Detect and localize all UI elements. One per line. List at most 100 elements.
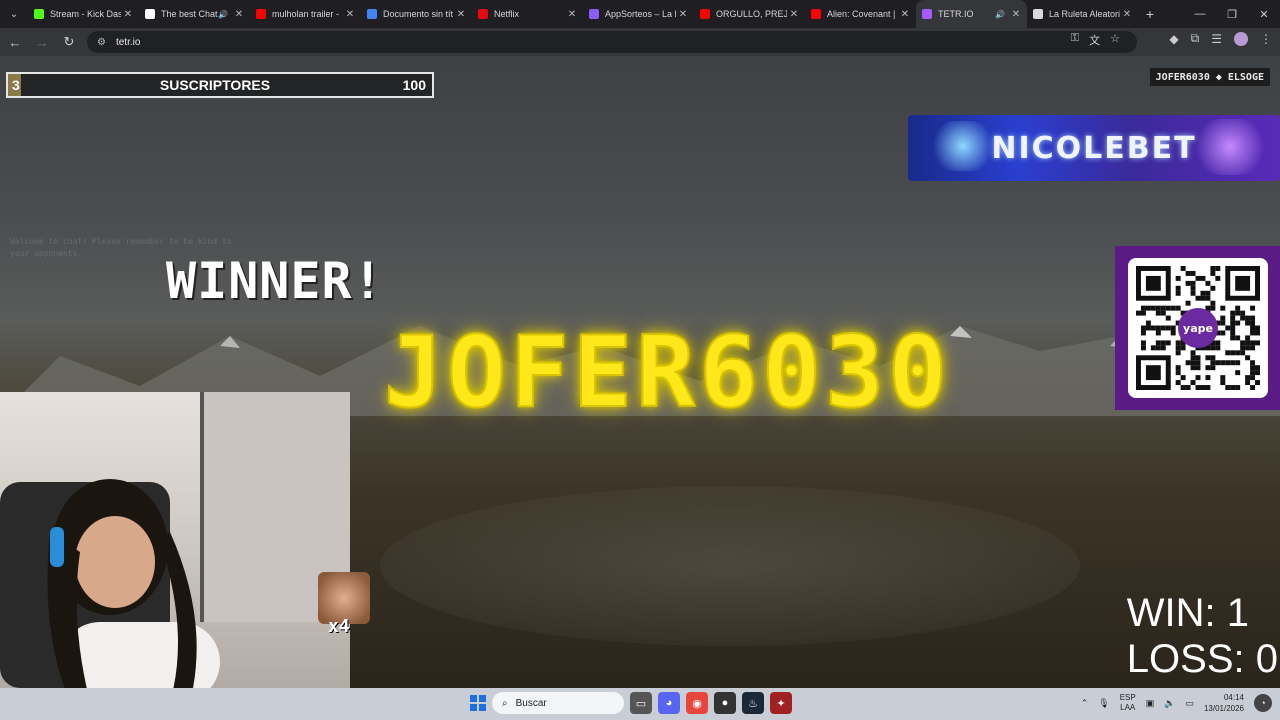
subscriber-goal: 100 [402,77,426,93]
match-players: JOFER6030 ◆ ELSOGE [1149,68,1270,86]
bookmark-star-icon[interactable]: ☆ [1110,32,1120,48]
language-indicator[interactable]: ESP LAA [1120,693,1136,713]
translate-icon[interactable]: 文 [1089,32,1100,48]
winner-name: JOFER6030 [383,315,952,431]
tab-close-icon[interactable]: ✕ [1120,9,1134,20]
window-controls: — ❐ ✕ [1184,0,1280,28]
system-tray: ⌃ 🎙 ESP LAA ▣ 🔈 ▭ 04:14 13/01/2026 ◔ [1081,692,1272,714]
taskbar-apps: ⌕ Buscar ▭ ◕ ◉ ● ♨ ✦ [470,692,792,714]
discord-app-icon[interactable]: ◕ [658,692,680,714]
battery-icon[interactable]: ▭ [1185,698,1194,709]
tab-close-icon[interactable]: ✕ [121,9,135,20]
tab-close-icon[interactable]: ✕ [454,9,468,20]
tabs-container: Stream - Kick Dash ✕ The best Chat 🔊 ✕ mulhol… [28,0,1138,28]
search-icon: ⌕ [502,697,508,709]
emote-multiplier: x4 [328,616,350,637]
browser-tab[interactable]: La Ruleta Aleatori ✕ [1027,0,1138,28]
browser-toolbar: ← → ↻ ⚙ tetr.io ⚿ 文 ☆ ◆ ⧉ ☰ ⋮ [0,28,1280,56]
tab-favicon-icon [700,9,710,19]
diamond-icon: ◆ [1215,71,1222,83]
tab-favicon-icon [367,9,377,19]
profile-avatar[interactable] [1234,31,1248,46]
maximize-button[interactable]: ❐ [1216,0,1248,28]
yape-label: yape [1183,321,1213,335]
player2-name: ELSOGE [1227,71,1264,83]
tab-title: Alien: Covenant | [827,9,896,19]
forward-button[interactable]: → [30,30,54,54]
tab-close-icon[interactable]: ✕ [1009,9,1023,20]
keyboard-layout: LAA [1120,703,1136,712]
taskbar-search-placeholder: Buscar [515,697,547,709]
obs-app-icon[interactable]: ● [714,692,736,714]
clock-time: 04:14 [1223,693,1244,702]
task-view-icon[interactable]: ▭ [630,692,652,714]
yape-logo: yape [1178,308,1218,348]
tab-close-icon[interactable]: ✕ [898,9,912,20]
tray-chevron-icon[interactable]: ⌃ [1081,698,1089,709]
reload-button[interactable]: ↻ [57,30,81,54]
network-icon[interactable]: ▣ [1146,698,1155,709]
loss-count: LOSS: 0 [1126,637,1278,681]
banner-decoration-right [1190,119,1270,175]
banner-decoration-left [928,121,998,171]
taskbar-search[interactable]: ⌕ Buscar [492,692,624,714]
address-bar[interactable]: ⚙ tetr.io [87,31,1137,53]
tab-title: La Ruleta Aleatori [1049,9,1120,19]
winner-label: WINNER! [166,252,384,310]
qr-panel: yape [1115,246,1280,410]
tab-title: The best Chat [161,9,218,19]
tab-title: Stream - Kick Dash [50,9,121,19]
notification-bell-icon[interactable]: ◔ [1254,694,1272,712]
steam-app-icon[interactable]: ♨ [742,692,764,714]
tab-close-icon[interactable]: ✕ [787,9,801,20]
tab-close-icon[interactable]: ✕ [232,9,246,20]
tab-favicon-icon [922,9,932,19]
score-stats: WIN: 1 LOSS: 0 [1127,590,1278,682]
reading-list-icon[interactable]: ☰ [1211,32,1222,46]
browser-tab[interactable]: mulholan trailer - ✕ [250,0,361,28]
tab-close-icon[interactable]: ✕ [565,9,579,20]
chrome-app-icon[interactable]: ◉ [686,692,708,714]
site-info-icon[interactable]: ⚙ [97,37,106,48]
browser-tab[interactable]: AppSorteos – La R ✕ [583,0,694,28]
tab-favicon-icon [1033,9,1043,19]
extensions-puzzle-icon[interactable]: ⧉ [1191,31,1200,46]
tab-audio-icon[interactable]: 🔊 [218,10,228,19]
back-button[interactable]: ← [3,30,27,54]
win-count: WIN: 1 [1126,591,1250,635]
omnibox-actions: ⚿ 文 ☆ [1071,32,1120,48]
stream-view: 3 SUSCRIPTORES 100 JOFER6030 ◆ ELSOGE NI… [0,56,1280,688]
sponsor-banner: NICOLEBET [908,115,1280,181]
tab-favicon-icon [145,9,155,19]
streamer-figure [47,479,220,688]
qr-code: yape [1128,258,1268,398]
browser-tab[interactable]: Netflix ✕ [472,0,583,28]
minimize-button[interactable]: — [1184,0,1216,28]
new-tab-button[interactable]: + [1138,6,1162,22]
toolbar-right: ◆ ⧉ ☰ ⋮ [1169,31,1272,46]
browser-tab[interactable]: Alien: Covenant | ✕ [805,0,916,28]
tab-title: mulholan trailer - [272,9,340,19]
password-key-icon[interactable]: ⚿ [1071,32,1079,48]
extension-diamond-icon[interactable]: ◆ [1169,32,1178,46]
close-window-button[interactable]: ✕ [1248,0,1280,28]
tab-title: AppSorteos – La R [605,9,676,19]
browser-tab[interactable]: Stream - Kick Dash ✕ [28,0,139,28]
browser-tab[interactable]: ORGULLO, PREJUI✕ [694,0,805,28]
tab-search-button[interactable]: ⌄ [0,0,28,28]
start-menu-icon[interactable] [470,695,486,711]
tab-close-icon[interactable]: ✕ [343,9,357,20]
windows-taskbar: ⌕ Buscar ▭ ◕ ◉ ● ♨ ✦ ⌃ 🎙 ESP LAA ▣ 🔈 ▭ 0… [0,688,1280,720]
volume-icon[interactable]: 🔈 [1164,698,1175,709]
tab-audio-icon[interactable]: 🔊 [995,10,1005,19]
browser-tab[interactable]: Documento sin tít ✕ [361,0,472,28]
browser-tab[interactable]: The best Chat 🔊 ✕ [139,0,250,28]
clock[interactable]: 04:14 13/01/2026 [1204,692,1244,714]
browser-menu-icon[interactable]: ⋮ [1260,32,1272,46]
game-app-icon[interactable]: ✦ [770,692,792,714]
tab-favicon-icon [256,9,266,19]
tab-close-icon[interactable]: ✕ [676,9,690,20]
microphone-icon[interactable]: 🎙 [1098,698,1109,709]
player1-name: JOFER6030 [1155,71,1210,83]
browser-tab[interactable]: TETR.IO 🔊 ✕ [916,0,1027,28]
